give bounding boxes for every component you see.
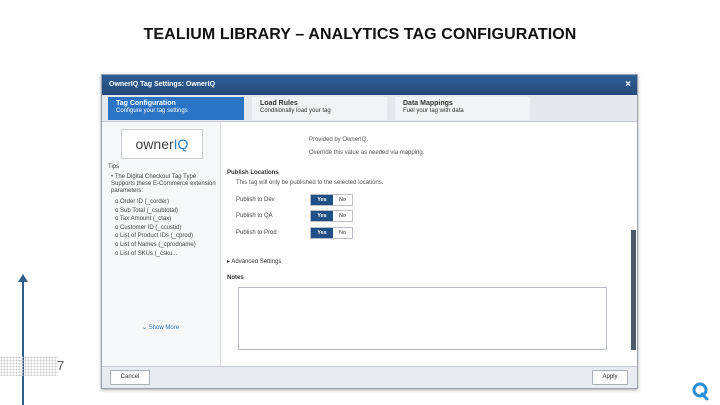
scrollbar[interactable] xyxy=(631,230,636,350)
list-item: o List of Names (_cprodname) xyxy=(115,241,196,248)
list-item: o Customer ID (_ccustid) xyxy=(115,224,182,231)
publish-prod-toggle: Yes No xyxy=(310,227,353,239)
advanced-settings-toggle[interactable]: ▸ Advanced Settings xyxy=(227,258,281,265)
dot-pattern xyxy=(0,356,58,376)
tips-sidebar: ownerIQ Tips • The Digital Checkout Tag … xyxy=(102,122,221,367)
publish-locations-heading: Publish Locations xyxy=(227,170,279,176)
publish-prod-yes-button[interactable]: Yes xyxy=(311,228,333,238)
tab-sublabel: Conditionally load your tag xyxy=(260,108,331,114)
dialog-titlebar: OwnerIQ Tag Settings: OwnerIQ × xyxy=(102,75,637,95)
publish-dev-toggle: Yes No xyxy=(310,194,353,206)
tab-load-rules[interactable]: Load Rules Conditionally load your tag xyxy=(252,97,387,120)
tag-settings-dialog: OwnerIQ Tag Settings: OwnerIQ × Tag Conf… xyxy=(101,74,638,389)
left-accent-line xyxy=(22,280,24,405)
tag-config-panel: Provided by OwnerIQ. Override this value… xyxy=(221,122,637,367)
tips-label: Tips xyxy=(108,164,120,170)
logo-iq-text: IQ xyxy=(173,136,189,152)
tab-data-mappings[interactable]: Data Mappings Fuel your tag with data xyxy=(395,97,530,120)
tab-label: Load Rules xyxy=(260,100,298,107)
tab-label: Data Mappings xyxy=(403,100,453,107)
tip-list: o Order ID (_corder) o Sub Total (_csubt… xyxy=(115,198,196,258)
list-item: o Sub Total (_csubtotal) xyxy=(115,207,178,214)
publish-note: This tag will only be published to the s… xyxy=(236,180,384,186)
cancel-button[interactable]: Cancel xyxy=(110,370,150,385)
publish-qa-no-button[interactable]: No xyxy=(333,211,352,221)
publish-dev-yes-button[interactable]: Yes xyxy=(311,195,333,205)
publish-prod-no-button[interactable]: No xyxy=(333,228,352,238)
page-number: 7 xyxy=(57,358,65,373)
list-item: o List of SKUs (_csku... xyxy=(115,250,178,257)
provided-by-text: Provided by OwnerIQ. xyxy=(309,137,369,143)
dialog-footer: Cancel Apply xyxy=(102,366,637,388)
publish-qa-toggle: Yes No xyxy=(310,210,353,222)
list-item: o List of Product IDs (_cprod) xyxy=(115,233,194,240)
list-item: o Order ID (_corder) xyxy=(115,199,170,205)
logo-owner-text: owner xyxy=(135,136,174,152)
close-icon[interactable]: × xyxy=(625,75,631,95)
apply-button[interactable]: Apply xyxy=(592,370,628,385)
ownerq-logo-icon: ownerIQ xyxy=(121,129,203,159)
publish-dev-no-button[interactable]: No xyxy=(333,195,352,205)
publish-prod-label: Publish to Prod xyxy=(236,230,277,236)
tab-label: Tag Configuration xyxy=(116,100,176,107)
publish-dev-label: Publish to Dev xyxy=(236,197,275,203)
notes-textarea[interactable] xyxy=(238,287,607,350)
q-logo-icon xyxy=(692,382,709,401)
tip-intro: • The Digital Checkout Tag Type Supports… xyxy=(111,174,216,194)
dialog-title: OwnerIQ Tag Settings: OwnerIQ xyxy=(109,81,216,88)
tab-tag-configuration[interactable]: Tag Configuration Configure your tag set… xyxy=(108,97,244,120)
tab-sublabel: Fuel your tag with data xyxy=(403,108,464,114)
list-item: o Tax Amount (_ctax) xyxy=(115,216,172,223)
publish-qa-yes-button[interactable]: Yes xyxy=(311,211,333,221)
notes-label: Notes xyxy=(227,275,244,281)
publish-qa-label: Publish to QA xyxy=(236,213,273,219)
override-note: Override this value as needed via mappin… xyxy=(309,150,425,156)
tab-sublabel: Configure your tag settings xyxy=(116,108,188,114)
show-more-link[interactable]: ⌄ Show More xyxy=(142,324,179,331)
arrow-up-icon xyxy=(18,274,28,282)
tab-bar: Tag Configuration Configure your tag set… xyxy=(102,95,637,122)
slide-title: TEALIUM LIBRARY – ANALYTICS TAG CONFIGUR… xyxy=(143,26,577,43)
